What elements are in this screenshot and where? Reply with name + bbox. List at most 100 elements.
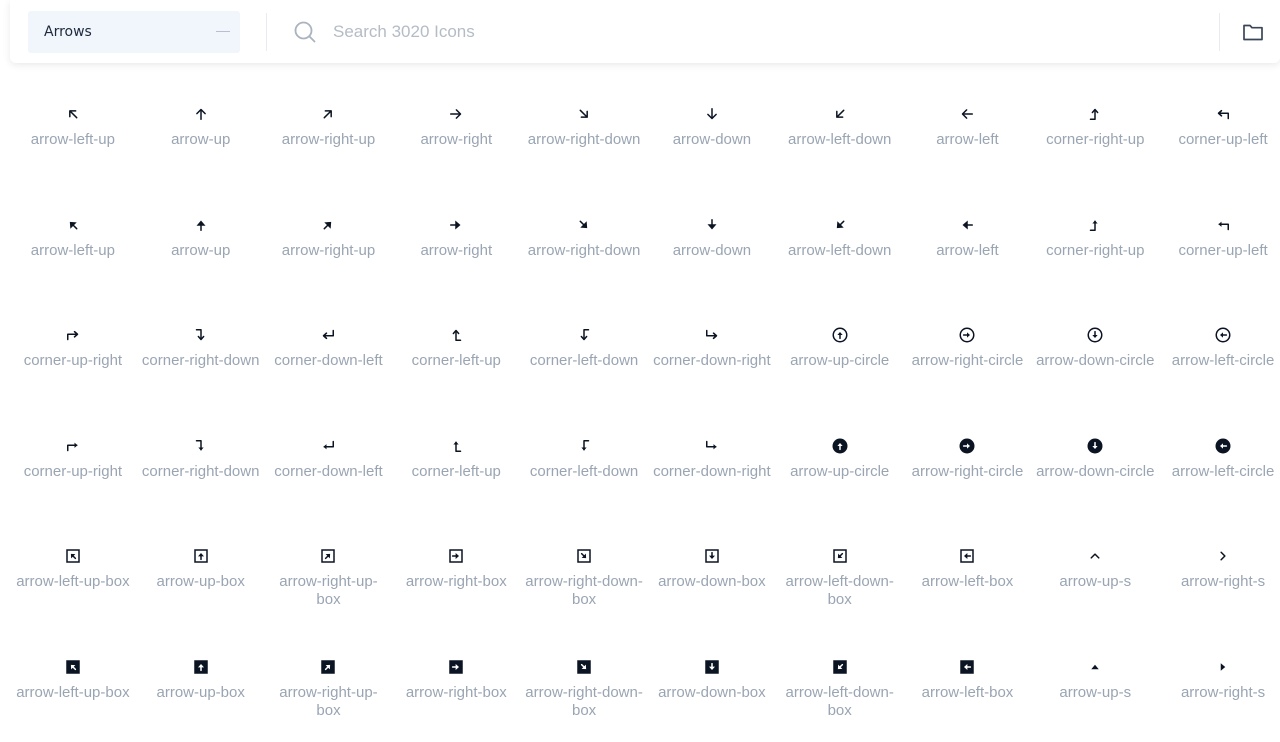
icon-tile[interactable]: corner-right-down: [137, 299, 265, 410]
icon-tile[interactable]: arrow-down-box: [648, 520, 776, 631]
arrow-right-s-icon: [1220, 663, 1226, 671]
icon-label: corner-right-down: [141, 462, 260, 480]
icon-label: corner-up-right: [23, 352, 123, 370]
icon-tile[interactable]: arrow-right-down: [520, 78, 648, 189]
icon-tile[interactable]: arrow-right-down-box: [520, 631, 648, 742]
icon-tile[interactable]: arrow-left-circle: [1159, 410, 1280, 521]
icon-label: corner-left-up: [411, 462, 501, 480]
search-input[interactable]: [333, 21, 833, 42]
icon-tile[interactable]: arrow-right-circle: [904, 410, 1032, 521]
icon-tile[interactable]: arrow-right-down-box: [520, 520, 648, 631]
icon-tile[interactable]: arrow-down-circle: [1031, 299, 1159, 410]
icon-tile[interactable]: arrow-up-box: [137, 631, 265, 742]
icon-tile[interactable]: arrow-left-up: [9, 78, 137, 189]
icon-label: corner-down-left: [274, 462, 383, 480]
icon-tile[interactable]: arrow-up-s: [1031, 520, 1159, 631]
icon-tile[interactable]: arrow-down: [648, 78, 776, 189]
icon-tile[interactable]: arrow-right-box: [392, 631, 520, 742]
category-select[interactable]: Arrows: [28, 10, 240, 53]
icon-tile[interactable]: corner-up-right: [9, 410, 137, 521]
search-icon: [294, 21, 316, 42]
icon-tile[interactable]: arrow-down-circle: [1031, 410, 1159, 521]
icon-tile[interactable]: arrow-right-up-box: [265, 520, 393, 631]
corner-down-right-icon: [705, 440, 717, 450]
icon-tile[interactable]: arrow-up: [137, 78, 265, 189]
icon-tile[interactable]: arrow-left-box: [904, 520, 1032, 631]
icon-tile[interactable]: arrow-left-up-box: [9, 520, 137, 631]
icon-tile[interactable]: corner-down-right: [648, 299, 776, 410]
icon-tile[interactable]: arrow-right-up: [265, 189, 393, 300]
icon-label: corner-left-up: [411, 352, 501, 370]
icon-label: arrow-right-up: [281, 131, 376, 148]
icon-tile[interactable]: arrow-left-down: [776, 189, 904, 300]
icon-tile[interactable]: arrow-up-box: [137, 520, 265, 631]
icon-tile[interactable]: arrow-left-down-box: [776, 631, 904, 742]
icon-tile[interactable]: corner-left-up: [392, 299, 520, 410]
icon-label: arrow-up-box: [156, 683, 245, 701]
icon-tile[interactable]: arrow-right-box: [392, 520, 520, 631]
icon-tile[interactable]: arrow-right-circle: [904, 299, 1032, 410]
icon-tile[interactable]: corner-right-down: [137, 410, 265, 521]
icon-tile[interactable]: arrow-up-circle: [776, 299, 904, 410]
icon-tile[interactable]: corner-left-up: [392, 410, 520, 521]
icon-tile[interactable]: corner-up-right: [9, 299, 137, 410]
icon-label: arrow-down: [672, 241, 752, 259]
arrow-left-down-box-icon: [832, 549, 847, 564]
icon-label: arrow-left: [936, 131, 999, 148]
icon-label: corner-down-left: [274, 352, 383, 370]
icon-tile[interactable]: arrow-left: [904, 189, 1032, 300]
icon-label: corner-right-up: [1046, 241, 1145, 259]
icon-tile[interactable]: arrow-left-up: [9, 189, 137, 300]
icon-label: arrow-left-up-box: [16, 683, 130, 701]
icon-tile[interactable]: corner-down-left: [265, 299, 393, 410]
icon-label: arrow-right-down: [527, 131, 641, 148]
icon-tile[interactable]: arrow-right-s: [1159, 631, 1280, 742]
icon-tile[interactable]: arrow-up-s: [1031, 631, 1159, 742]
icon-tile[interactable]: arrow-left-down: [776, 78, 904, 189]
arrow-left-box-icon: [960, 660, 975, 674]
icon-tile[interactable]: arrow-up: [137, 189, 265, 300]
icon-label: arrow-left-up: [30, 241, 115, 259]
folder-button[interactable]: [1238, 17, 1268, 47]
icon-tile[interactable]: arrow-down: [648, 189, 776, 300]
category-label: Arrows: [44, 23, 92, 40]
icon-tile[interactable]: arrow-up-circle: [776, 410, 904, 521]
icon-tile[interactable]: corner-up-left: [1159, 78, 1280, 189]
icon-tile[interactable]: corner-right-up: [1031, 189, 1159, 300]
arrow-up-circle-icon: [832, 327, 848, 343]
icon-label: arrow-down-box: [658, 573, 766, 591]
icon-tile[interactable]: corner-left-down: [520, 410, 648, 521]
icon-label: arrow-down-circle: [1036, 352, 1155, 370]
icon-tile[interactable]: arrow-left-circle: [1159, 299, 1280, 410]
arrow-right-s-icon: [1220, 551, 1226, 561]
icon-label: arrow-up-s: [1059, 573, 1132, 591]
icon-tile[interactable]: corner-down-left: [265, 410, 393, 521]
icon-tile[interactable]: arrow-left: [904, 78, 1032, 189]
icon-tile[interactable]: arrow-right-up: [265, 78, 393, 189]
arrow-left-up-box-icon: [66, 549, 80, 564]
arrow-left-up-box-icon: [66, 660, 80, 674]
arrow-right-down-icon: [579, 220, 588, 228]
icon-label: arrow-right-up: [281, 241, 376, 259]
icon-tile[interactable]: arrow-left-box: [904, 631, 1032, 742]
icon-tile[interactable]: corner-down-right: [648, 410, 776, 521]
icon-tile[interactable]: corner-right-up: [1031, 78, 1159, 189]
icon-tile[interactable]: corner-left-down: [520, 299, 648, 410]
icon-tile[interactable]: arrow-right-down: [520, 189, 648, 300]
arrow-right-up-icon: [324, 110, 333, 119]
search-box: [293, 0, 1219, 63]
icon-tile[interactable]: arrow-left-down-box: [776, 520, 904, 631]
icon-label: arrow-right: [420, 131, 493, 148]
icon-label: arrow-left-box: [921, 683, 1014, 701]
icon-tile[interactable]: arrow-right: [392, 78, 520, 189]
icon-tile[interactable]: arrow-right: [392, 189, 520, 300]
icon-label: arrow-left: [936, 241, 999, 259]
icon-tile[interactable]: arrow-left-up-box: [9, 631, 137, 742]
icon-tile[interactable]: arrow-right-up-box: [265, 631, 393, 742]
corner-up-left-icon: [1218, 221, 1230, 230]
icon-tile[interactable]: corner-up-left: [1159, 189, 1280, 300]
icon-tile[interactable]: arrow-down-box: [648, 631, 776, 742]
arrow-up-icon: [196, 220, 206, 231]
icon-label: corner-right-down: [141, 352, 260, 370]
icon-tile[interactable]: arrow-right-s: [1159, 520, 1280, 631]
